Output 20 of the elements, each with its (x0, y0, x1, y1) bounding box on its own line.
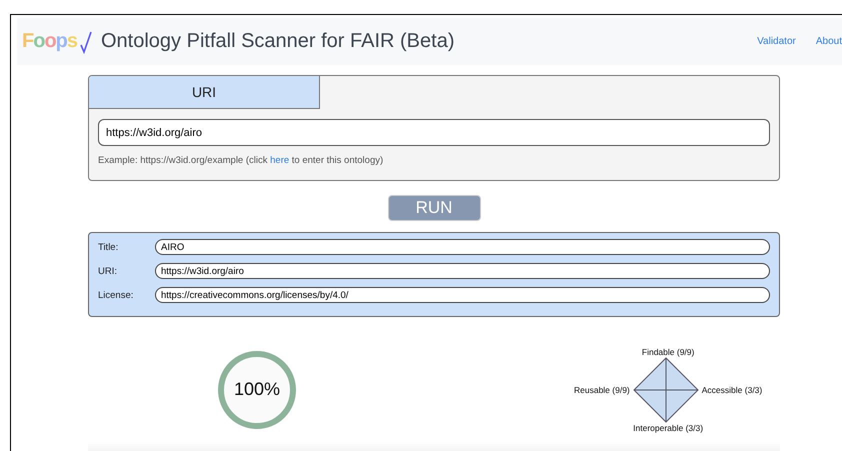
check-icon (79, 30, 93, 54)
nav-link[interactable]: Validator (757, 36, 796, 47)
reusable-label: Reusable (9/9) (574, 384, 630, 394)
field-label: URI: (98, 266, 118, 276)
nav-link[interactable]: About (816, 36, 842, 47)
example-text: Example: https://w3id.org/example (click here to enter this ontology) (98, 155, 384, 166)
metadata-field[interactable]: https://w3id.org/airo (155, 263, 770, 279)
app-title: Ontology Pitfall Scanner for FAIR (Beta) (101, 30, 454, 53)
metadata-field[interactable]: https://creativecommons.org/licenses/by/4.0/ (155, 287, 770, 303)
score-value: 100% (232, 378, 282, 400)
findable-label: Findable (9/9) (642, 346, 694, 356)
metadata-field[interactable]: AIRO (155, 239, 770, 255)
field-label: Title: (98, 242, 120, 252)
uri-field[interactable]: https://w3id.org/airo (98, 119, 770, 146)
here-link[interactable]: here (270, 155, 290, 166)
field-label: License: (98, 290, 134, 300)
accessible-label: Accessible (3/3) (702, 384, 762, 394)
diamond-drawing (632, 356, 699, 422)
uri-tab[interactable]: URI (89, 76, 320, 109)
interoperable-label: Interoperable (3/3) (633, 422, 704, 432)
